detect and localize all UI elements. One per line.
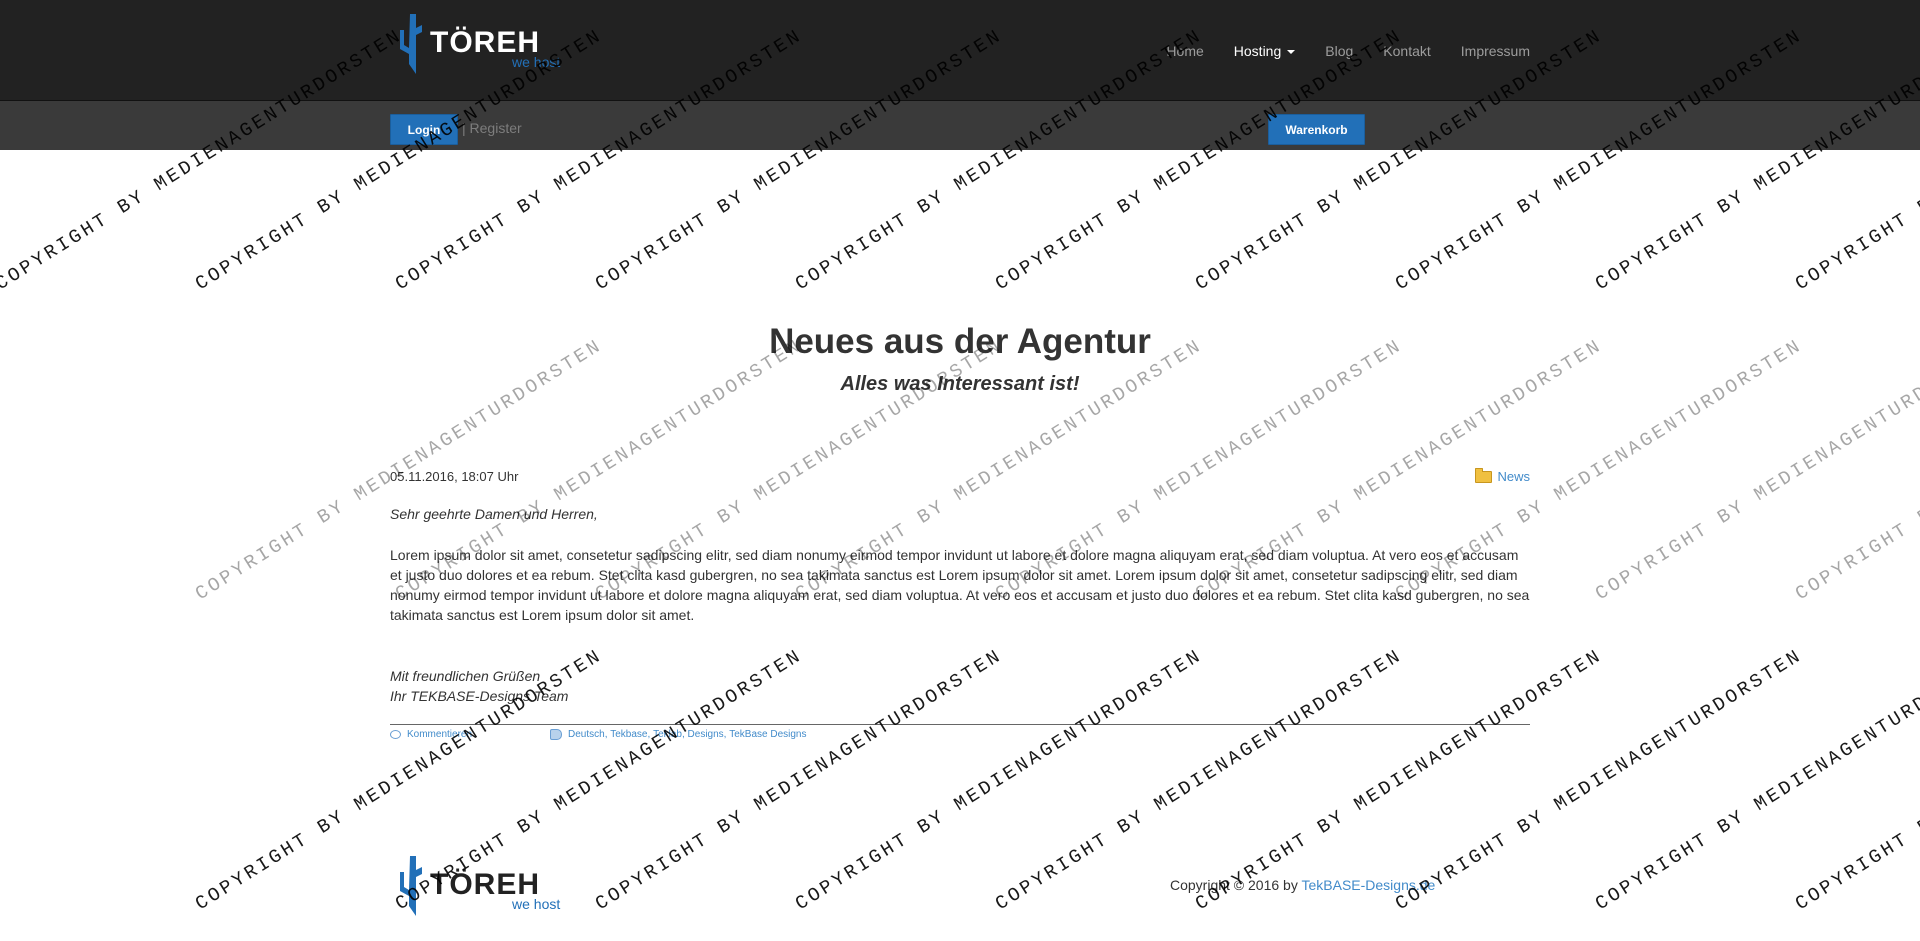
post-signature: Ihr TEKBASE-Designs Team bbox=[390, 688, 569, 704]
site-logo[interactable]: TÖREH we host bbox=[390, 14, 565, 78]
post-category-label: News bbox=[1497, 469, 1530, 484]
footer-copyright: Copyright © 2016 by TekBASE-Designs.de bbox=[1170, 877, 1435, 893]
post-date: 05.11.2016, 18:07 Uhr bbox=[390, 469, 519, 484]
post-tags: Deutsch, Tekbase, Teklab, Designs, TekBa… bbox=[550, 729, 807, 740]
folder-icon bbox=[1475, 467, 1493, 483]
post-body: Lorem ipsum dolor sit amet, consetetur s… bbox=[390, 547, 1530, 623]
tag-link[interactable]: Designs bbox=[688, 729, 724, 740]
comment-label: Kommentieren bbox=[407, 729, 473, 740]
register-link[interactable]: | Register bbox=[462, 120, 522, 136]
tag-link[interactable]: Deutsch bbox=[568, 729, 605, 740]
nav-impressum[interactable]: Impressum bbox=[1461, 43, 1530, 59]
post-greeting: Sehr geehrte Damen und Herren, bbox=[390, 506, 598, 522]
chevron-down-icon bbox=[1287, 50, 1296, 55]
tag-icon bbox=[550, 729, 562, 740]
watermark-text: COPYRIGHT BY MEDIENAGENTURDORSTEN bbox=[1192, 645, 1607, 916]
logo-figure-icon bbox=[400, 856, 422, 916]
watermark-text: COPYRIGHT BY MEDIENAGENTURDORSTEN bbox=[1392, 645, 1807, 916]
top-navbar bbox=[0, 0, 1920, 101]
copyright-link[interactable]: TekBASE-Designs.de bbox=[1301, 877, 1435, 893]
watermark-text: COPYRIGHT BY MEDIENAGENTURDORSTEN bbox=[792, 645, 1207, 916]
comment-icon bbox=[390, 730, 401, 739]
logo-tagline: we host bbox=[511, 896, 560, 912]
watermark-text: COPYRIGHT BY MEDIENAGENTURDORSTEN bbox=[592, 645, 1007, 916]
footer-logo[interactable]: TÖREH we host bbox=[390, 856, 565, 918]
tag-link[interactable]: Teklab bbox=[653, 729, 682, 740]
post-category-link[interactable]: News bbox=[1475, 467, 1530, 484]
page-title: Neues aus der Agentur bbox=[769, 322, 1151, 361]
nav-hosting-label: Hosting bbox=[1233, 43, 1282, 59]
comment-link[interactable]: Kommentieren bbox=[390, 729, 472, 740]
post-closing-line: Mit freundlichen Grüßen bbox=[390, 668, 541, 684]
logo-figure-icon bbox=[400, 14, 422, 74]
nav-blog[interactable]: Blog bbox=[1325, 43, 1353, 59]
main-nav: Home Hosting Blog Kontakt Impressum bbox=[1136, 41, 1530, 61]
tag-link[interactable]: TekBase Designs bbox=[729, 729, 806, 740]
account-bar bbox=[0, 101, 1920, 150]
login-button[interactable]: Login bbox=[390, 114, 458, 145]
nav-hosting[interactable]: Hosting bbox=[1233, 43, 1296, 59]
cart-button[interactable]: Warenkorb bbox=[1268, 114, 1365, 145]
watermark-text: COPYRIGHT BY MEDIENAGENTURDORSTEN bbox=[1792, 645, 1920, 916]
watermark-text: COPYRIGHT BY MEDIENAGENTURDORSTEN bbox=[992, 645, 1407, 916]
post-divider bbox=[390, 724, 1530, 725]
copyright-text: Copyright © 2016 by bbox=[1170, 877, 1298, 893]
nav-kontakt[interactable]: Kontakt bbox=[1383, 43, 1430, 59]
post-closing: Mit freundlichen Grüßen Ihr TEKBASE-Desi… bbox=[390, 666, 568, 706]
nav-home[interactable]: Home bbox=[1166, 43, 1203, 59]
watermark-text: COPYRIGHT BY MEDIENAGENTURDORSTEN bbox=[1592, 645, 1920, 916]
logo-tagline: we host bbox=[511, 54, 560, 70]
page-subtitle: Alles was Interessant ist! bbox=[840, 373, 1080, 395]
tag-link[interactable]: Tekbase bbox=[610, 729, 647, 740]
